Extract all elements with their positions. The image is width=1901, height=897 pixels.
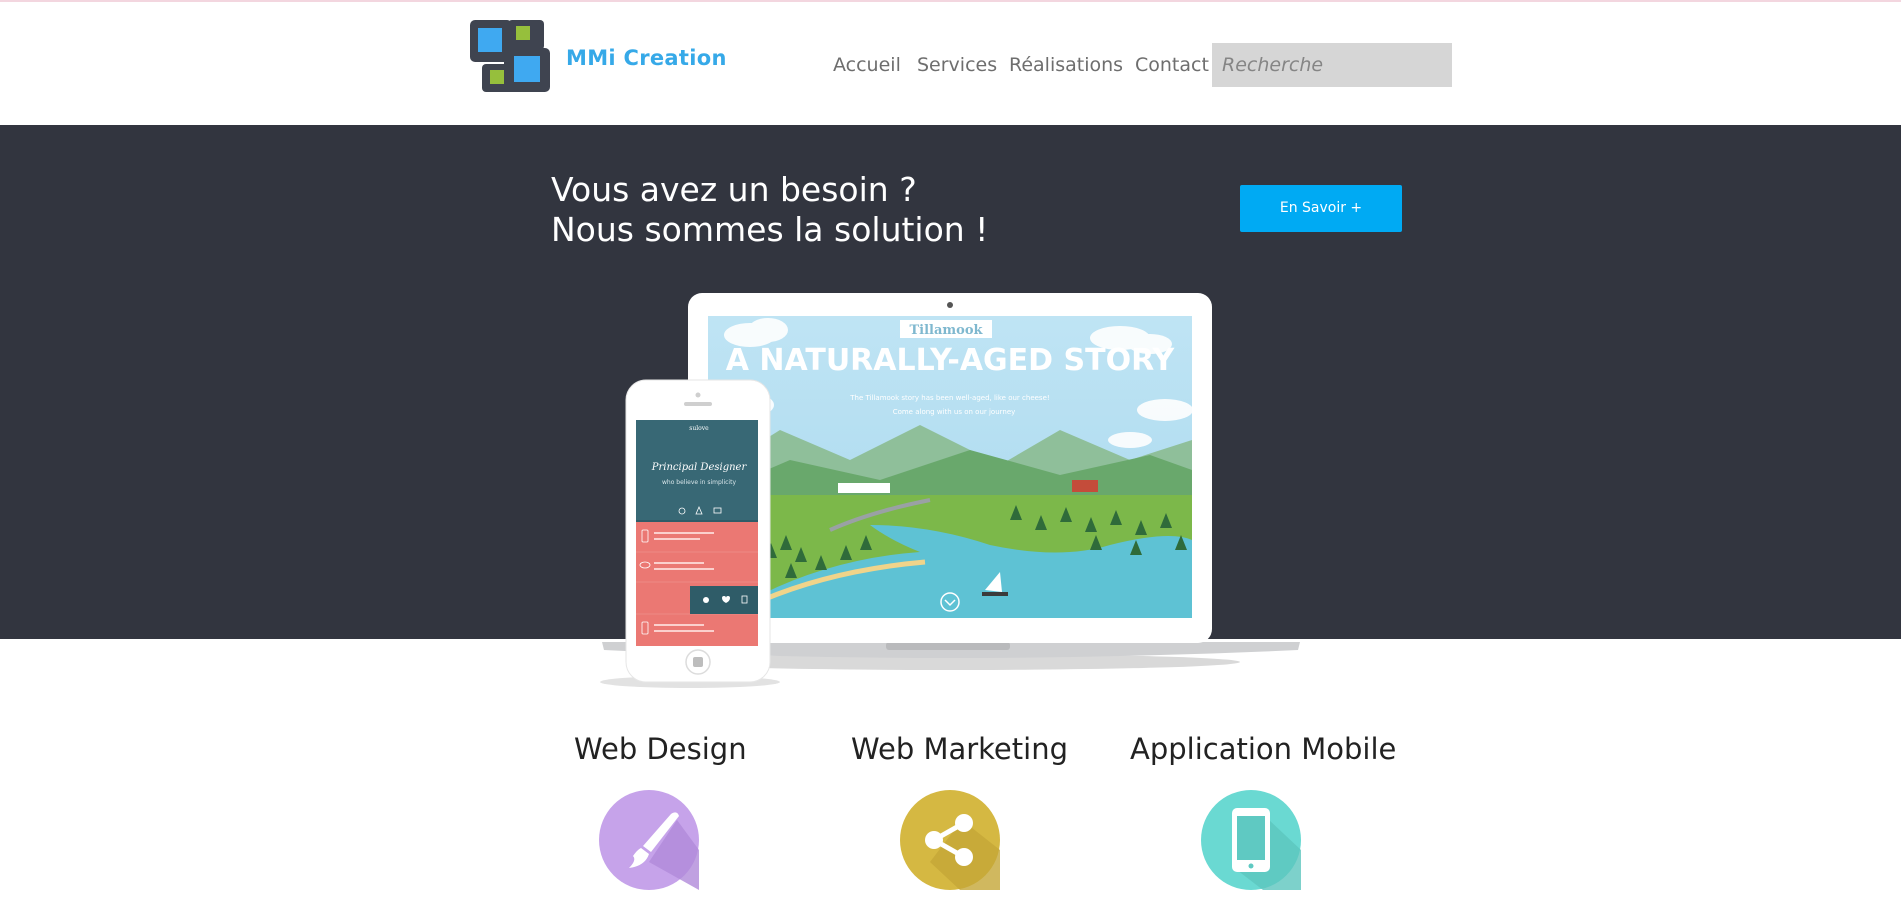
search-input[interactable]	[1212, 43, 1452, 87]
laptop-headline: A NATURALLY-AGED STORY	[726, 343, 1176, 378]
laptop-badge: Tillamook	[909, 323, 983, 338]
devices-illustration: Tillamook A NATURALLY-AGED STORY The Til…	[600, 293, 1300, 688]
service-title-web-marketing: Web Marketing	[851, 732, 1068, 766]
brand-logo-icon[interactable]	[468, 18, 552, 94]
nav-item-services[interactable]: Services	[917, 54, 997, 76]
nav-item-realisations[interactable]: Réalisations	[1009, 54, 1123, 76]
share-icon[interactable]	[900, 790, 1000, 890]
phone-brand: sulove	[689, 425, 709, 432]
paintbrush-icon[interactable]	[599, 790, 699, 890]
nav-item-accueil[interactable]: Accueil	[833, 54, 901, 76]
hero-heading-line-1: Vous avez un besoin ?	[551, 170, 917, 209]
phone-tagline: who believe in simplicity	[662, 479, 736, 486]
nav-item-contact[interactable]: Contact	[1135, 54, 1209, 76]
phone-title: Principal Designer	[651, 462, 748, 473]
service-title-web-design: Web Design	[574, 732, 747, 766]
laptop-subtext-1: The Tillamook story has been well-aged, …	[849, 394, 1049, 402]
site-header: MMi Creation Accueil Services Réalisatio…	[0, 2, 1901, 125]
learn-more-button[interactable]: En Savoir +	[1240, 185, 1402, 232]
brand-name[interactable]: MMi Creation	[566, 46, 727, 70]
phone-mockup: sulove Principal Designer who believe in…	[600, 379, 780, 688]
service-title-application-mobile: Application Mobile	[1130, 732, 1397, 766]
laptop-screen: Tillamook A NATURALLY-AGED STORY The Til…	[706, 316, 1193, 621]
smartphone-icon[interactable]	[1201, 790, 1301, 890]
laptop-subtext-2: Come along with us on our journey	[893, 408, 1016, 416]
hero-heading: Vous avez un besoin ? Nous sommes la sol…	[551, 170, 988, 250]
hero-heading-line-2: Nous sommes la solution !	[551, 210, 989, 249]
